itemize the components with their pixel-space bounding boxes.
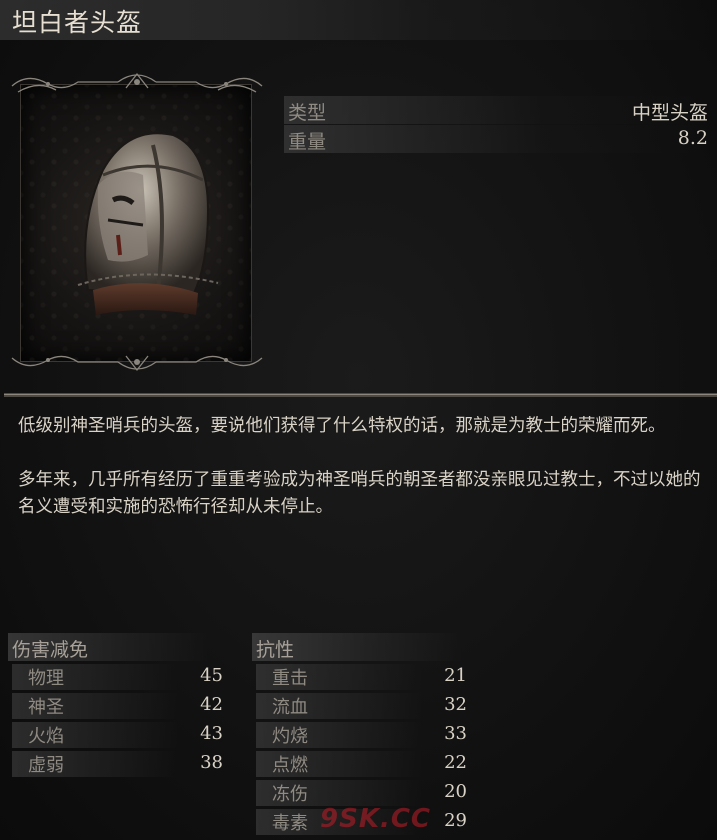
stat-label: 火焰 <box>12 722 178 748</box>
damage-negation-header: 伤害减免 <box>8 633 208 661</box>
attribute-row-weight: 重量 8.2 <box>284 125 712 153</box>
stat-row: 重击 21 <box>256 664 467 690</box>
attribute-row-type: 类型 中型头盔 <box>284 96 712 124</box>
stat-label: 点燃 <box>256 751 422 777</box>
attribute-value: 中型头盔 <box>631 102 708 124</box>
section-title: 抗性 <box>256 639 295 661</box>
stat-row: 虚弱 38 <box>12 751 223 777</box>
stat-value: 43 <box>200 723 223 744</box>
section-title: 伤害减免 <box>12 639 89 661</box>
stat-value: 22 <box>444 752 467 773</box>
attribute-value: 8.2 <box>677 127 708 149</box>
site-watermark: 9SK.CC <box>320 804 432 834</box>
description-paragraph: 多年来，几乎所有经历了重重考验成为神圣哨兵的朝圣者都没亲眼见过教士，不过以她的名… <box>18 470 701 517</box>
stat-row: 冻伤 20 <box>256 780 467 806</box>
stat-value: 38 <box>200 752 223 773</box>
stat-label: 神圣 <box>12 693 178 719</box>
stat-row: 物理 45 <box>12 664 223 690</box>
stat-value: 21 <box>444 665 467 686</box>
stat-label: 灼烧 <box>256 722 422 748</box>
frame-ornament-top-icon <box>11 72 263 93</box>
stat-value: 45 <box>200 665 223 686</box>
stat-row: 火焰 43 <box>12 722 223 748</box>
stat-value: 33 <box>444 723 467 744</box>
stat-label: 物理 <box>12 664 178 690</box>
stat-row: 神圣 42 <box>12 693 223 719</box>
stat-label: 重击 <box>256 664 422 690</box>
stat-value: 29 <box>444 810 467 831</box>
frame-ornament-bottom-icon <box>11 355 263 372</box>
item-title: 坦白者头盔 <box>12 8 143 37</box>
stat-row: 流血 32 <box>256 693 467 719</box>
description-paragraph: 低级别神圣哨兵的头盔，要说他们获得了什么特权的话，那就是为教士的荣耀而死。 <box>18 416 666 436</box>
stat-row: 点燃 22 <box>256 751 467 777</box>
stat-label: 冻伤 <box>256 780 422 806</box>
attribute-label: 类型 <box>288 102 327 124</box>
attribute-label: 重量 <box>288 131 327 153</box>
stat-label: 虚弱 <box>12 751 178 777</box>
resistance-header: 抗性 <box>252 633 462 661</box>
section-divider <box>4 393 717 397</box>
stat-value: 32 <box>444 694 467 715</box>
item-image-frame <box>8 70 266 374</box>
item-description: 低级别神圣哨兵的头盔，要说他们获得了什么特权的话，那就是为教士的荣耀而死。 多年… <box>18 413 708 548</box>
stat-row: 灼烧 33 <box>256 722 467 748</box>
confessor-helm-icon <box>77 132 219 315</box>
stat-value: 42 <box>200 694 223 715</box>
stat-value: 20 <box>444 781 467 802</box>
stat-label: 流血 <box>256 693 422 719</box>
